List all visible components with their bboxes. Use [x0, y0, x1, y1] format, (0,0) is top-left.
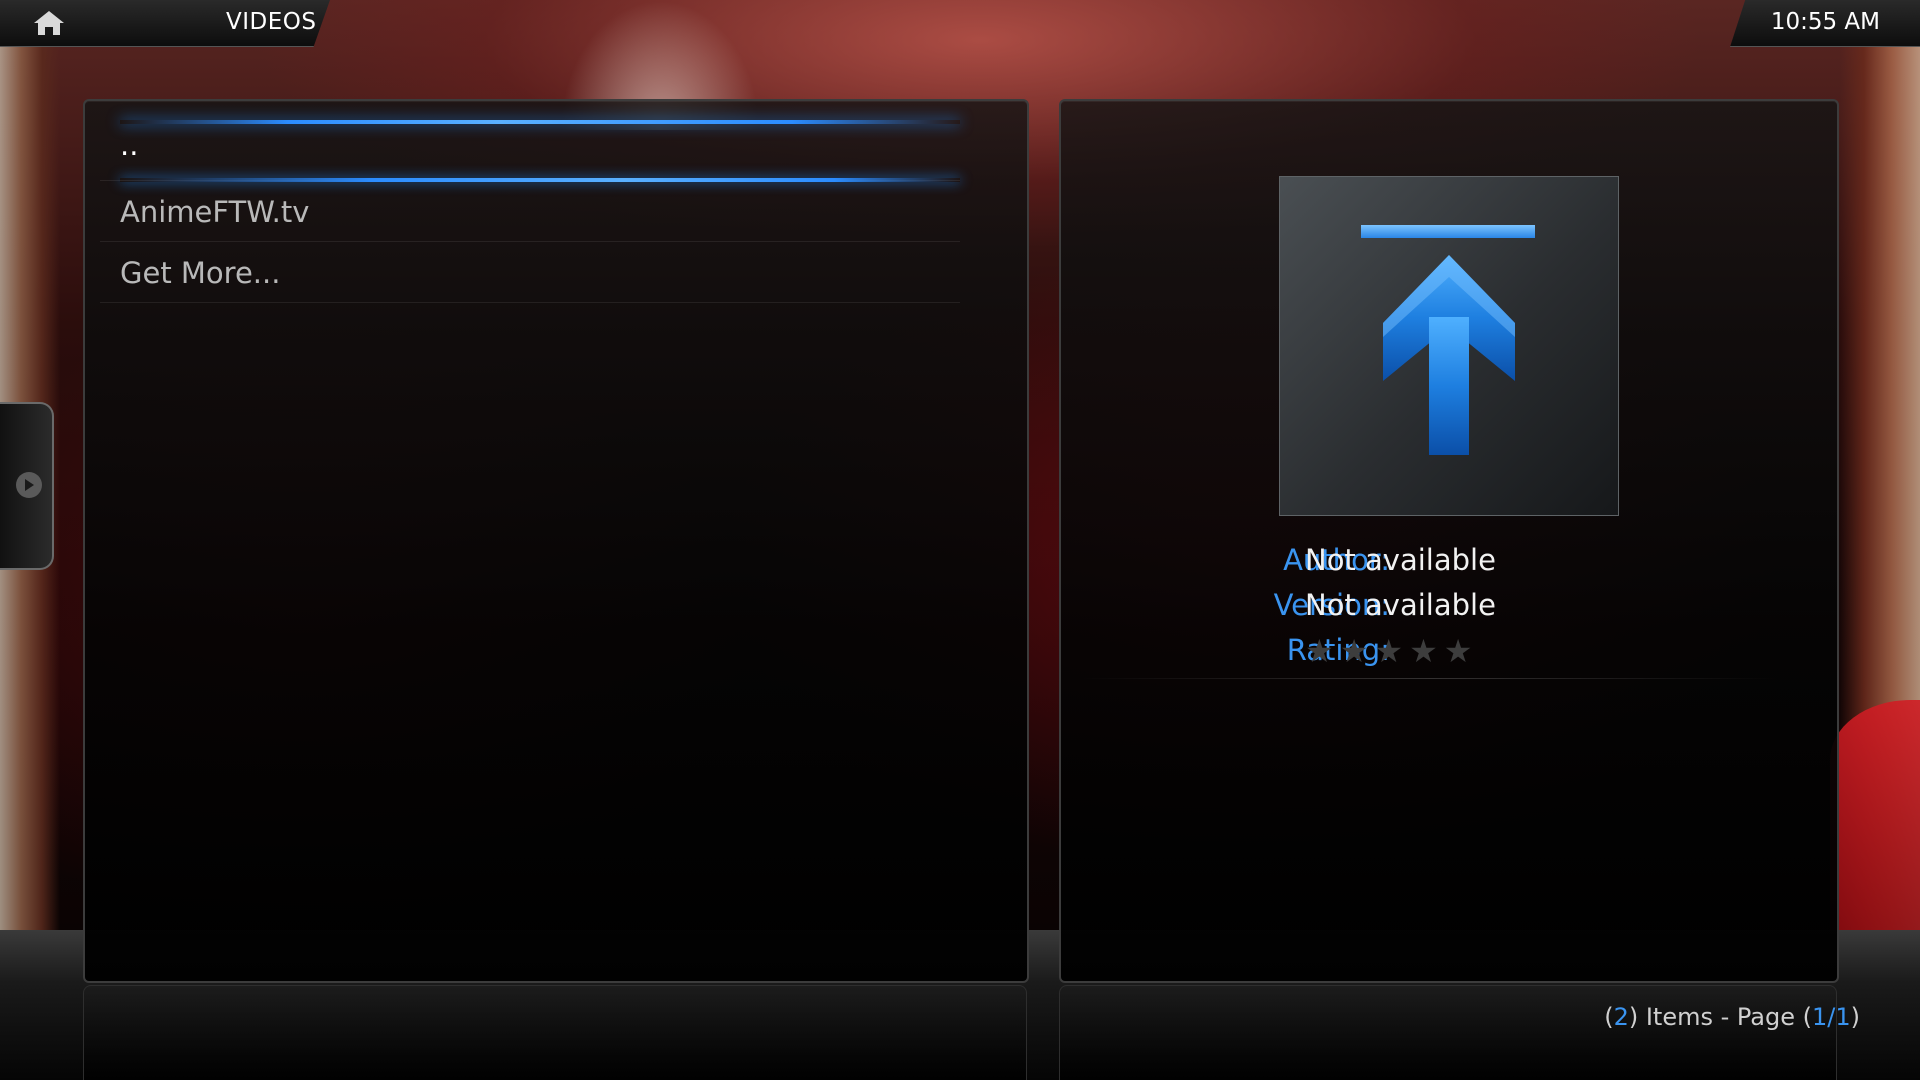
file-list-panel-footer	[83, 985, 1027, 1080]
list-item-parent-folder[interactable]: ..	[100, 120, 960, 182]
star-icon: ★	[1374, 632, 1404, 670]
item-thumbnail	[1279, 176, 1619, 516]
list-item-label: AnimeFTW.tv	[120, 195, 310, 229]
rating-stars: ★ ★ ★ ★ ★	[1305, 635, 1472, 667]
parent-folder-up-arrow-icon	[1361, 225, 1535, 455]
star-icon: ★	[1339, 632, 1369, 670]
clock-bar: 10:55 AM	[1730, 0, 1920, 47]
section-title: VIDEOS	[226, 9, 317, 35]
star-icon: ★	[1443, 632, 1473, 670]
chevron-right-icon	[25, 479, 34, 491]
author-value: Not available	[1305, 543, 1496, 577]
version-row: Version: Not available	[1100, 588, 1800, 628]
info-panel-footer	[1059, 985, 1837, 1080]
list-item-label: ..	[120, 128, 139, 162]
star-icon: ★	[1409, 632, 1438, 670]
home-button[interactable]	[30, 8, 68, 38]
page-indicator: 1/1	[1812, 1003, 1851, 1031]
home-icon	[34, 11, 64, 35]
list-item-label: Get More...	[120, 256, 281, 290]
rating-row: Rating: ★ ★ ★ ★ ★	[1100, 633, 1800, 673]
file-list: .. AnimeFTW.tv Get More...	[100, 120, 960, 303]
details-divider	[1080, 678, 1780, 679]
author-row: Author: Not available	[1100, 543, 1800, 583]
theater-seat-decoration	[1830, 700, 1920, 940]
item-count: 2	[1613, 1003, 1629, 1031]
list-item-get-more[interactable]: Get More...	[100, 242, 960, 303]
clock: 10:55 AM	[1770, 9, 1880, 35]
header-bar: VIDEOS	[0, 0, 330, 47]
item-count-status: (2) Items - Page (1/1)	[1604, 1003, 1860, 1031]
background-theater: VIDEOS 10:55 AM .. AnimeFTW.tv Get More.…	[0, 0, 1920, 1080]
list-item-animeftw[interactable]: AnimeFTW.tv	[100, 181, 960, 242]
version-value: Not available	[1305, 588, 1496, 622]
items-page-text: Items - Page	[1645, 1003, 1795, 1031]
side-menu-button[interactable]	[16, 472, 42, 498]
star-icon: ★	[1305, 632, 1334, 670]
